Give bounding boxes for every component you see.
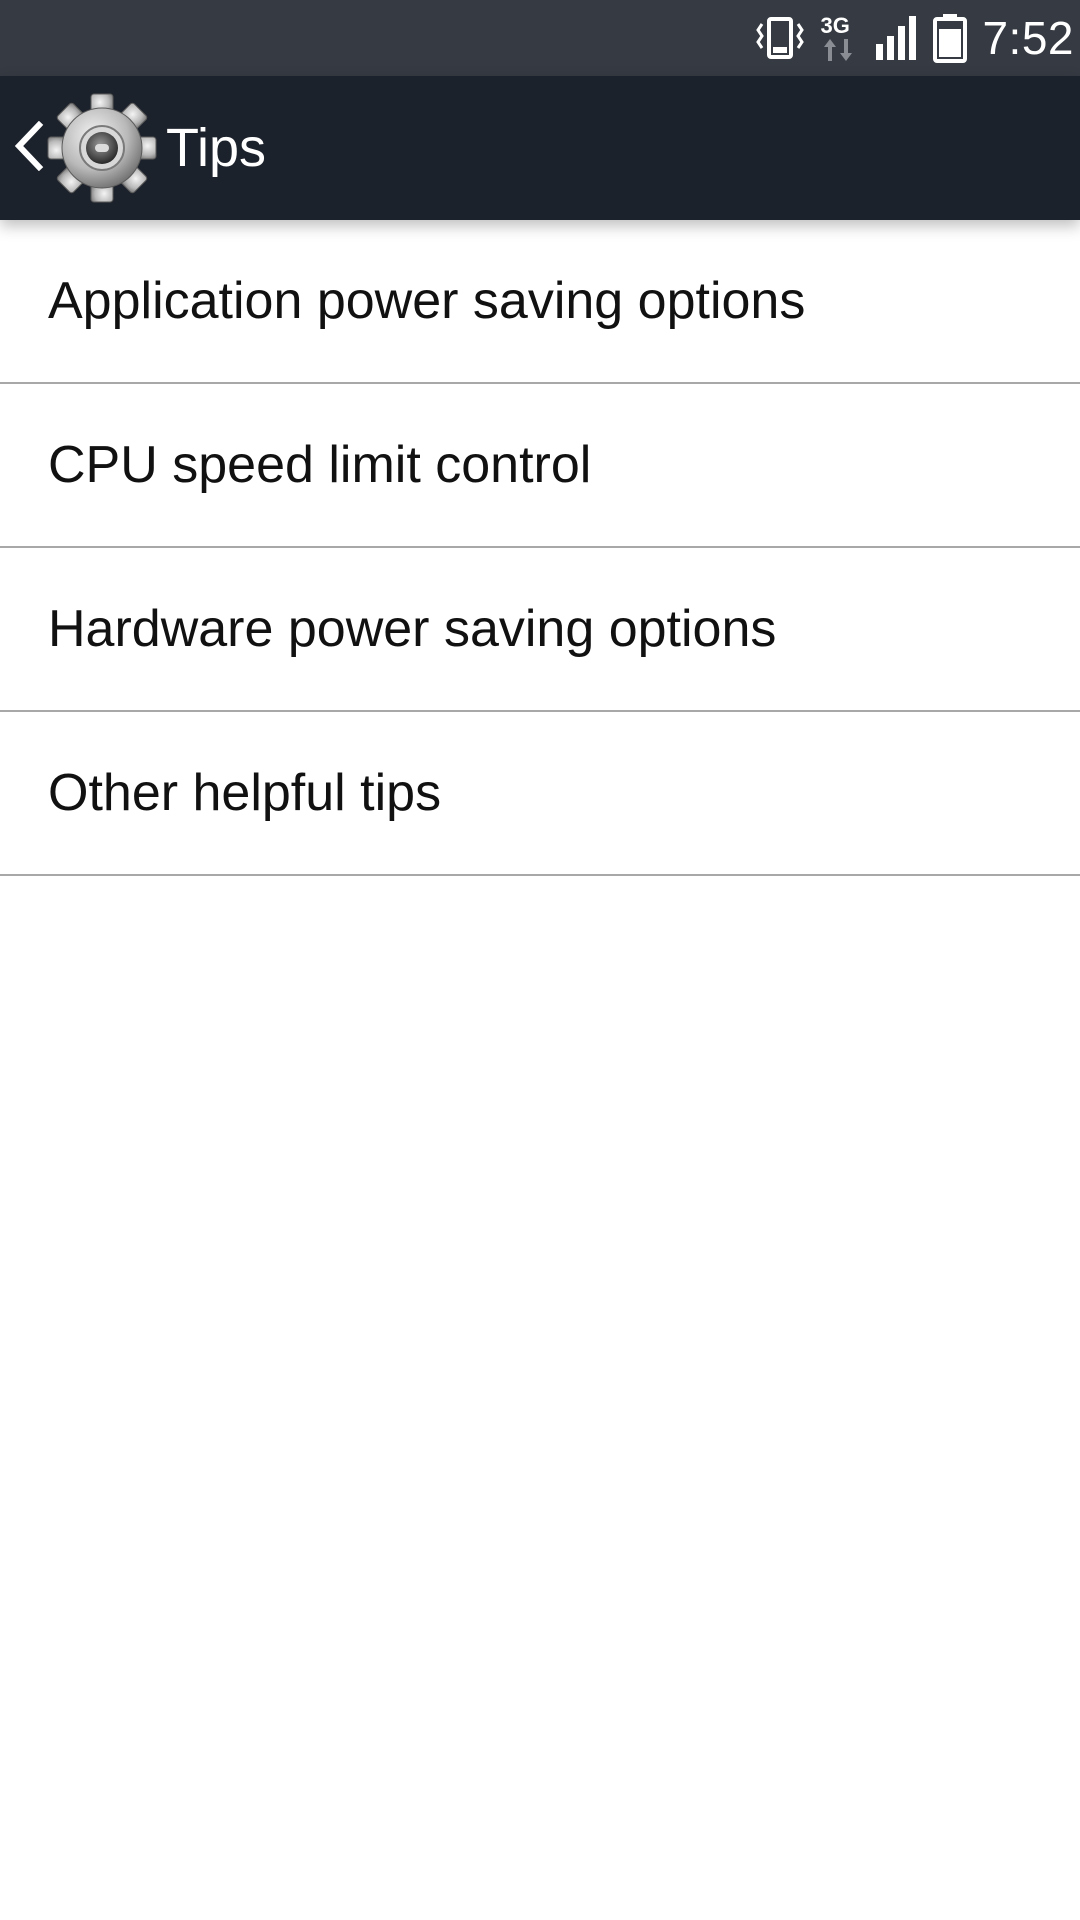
battery-icon: [932, 13, 968, 63]
list-item-other-helpful-tips[interactable]: Other helpful tips: [0, 712, 1080, 876]
status-bar: 3G 7:52: [0, 0, 1080, 76]
list-item-label: Other helpful tips: [48, 764, 442, 822]
action-bar: Tips: [0, 76, 1080, 220]
chevron-left-icon: [11, 120, 45, 176]
network-type-label: 3G: [820, 13, 850, 38]
status-icons: 3G 7:52: [754, 0, 1080, 76]
network-3g-icon: 3G: [820, 13, 860, 63]
list-item-hardware-power-saving[interactable]: Hardware power saving options: [0, 548, 1080, 712]
list-item-label: Hardware power saving options: [48, 600, 777, 658]
signal-icon: [874, 14, 918, 62]
vibrate-icon: [754, 14, 806, 62]
list-item-label: Application power saving options: [48, 272, 806, 330]
list-item-label: CPU speed limit control: [48, 436, 592, 494]
status-time: 7:52: [982, 12, 1074, 64]
page-title: Tips: [166, 118, 267, 178]
list-item-application-power-saving[interactable]: Application power saving options: [0, 220, 1080, 384]
back-button[interactable]: [6, 116, 50, 180]
tips-list: Application power saving options CPU spe…: [0, 220, 1080, 876]
list-item-cpu-speed-limit[interactable]: CPU speed limit control: [0, 384, 1080, 548]
gear-icon[interactable]: [46, 92, 158, 204]
